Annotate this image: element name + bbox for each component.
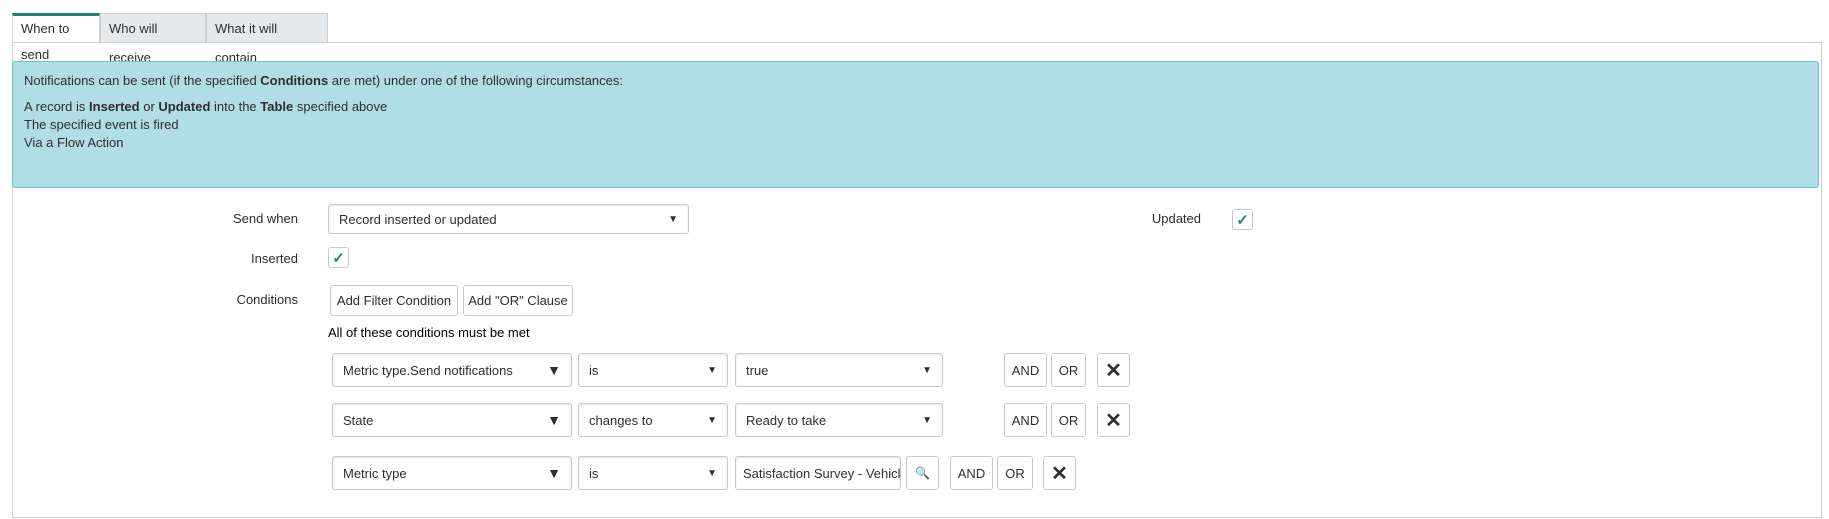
condition-value-input[interactable]: Satisfaction Survey - Vehicl (735, 456, 901, 490)
condition-operator-select[interactable]: changes to ▼ (578, 403, 728, 437)
operator-value: is (589, 465, 599, 481)
info-text: specified above (293, 99, 388, 114)
caret-down-icon: ▼ (707, 414, 717, 426)
info-text: Inserted (89, 99, 140, 114)
value-text: Satisfaction Survey - Vehicl (743, 465, 901, 481)
caret-down-icon: ▼ (922, 364, 932, 376)
info-text: The specified event is fired (24, 117, 179, 132)
conditions-label: Conditions (236, 292, 298, 307)
and-button[interactable]: AND (1004, 353, 1047, 387)
search-icon: 🔍 (915, 466, 930, 480)
operator-value: changes to (589, 412, 653, 428)
caret-down-icon: ▼ (547, 362, 561, 378)
info-text: or (139, 99, 159, 114)
close-icon: ✕ (1051, 462, 1068, 485)
operator-value: is (589, 362, 599, 378)
send-when-select[interactable]: Record inserted or updated ▼ (328, 204, 689, 234)
info-text: A record is (24, 99, 90, 114)
or-button[interactable]: OR (997, 456, 1033, 490)
condition-value-select[interactable]: true ▼ (735, 353, 943, 387)
and-button[interactable]: AND (1004, 403, 1047, 437)
value-text: true (746, 362, 769, 378)
tab-who-will-receive[interactable]: Who will receive (100, 13, 206, 65)
or-button[interactable]: OR (1051, 403, 1086, 437)
lookup-button[interactable]: 🔍 (906, 456, 939, 490)
caret-down-icon: ▼ (547, 465, 561, 481)
caret-down-icon: ▼ (707, 364, 717, 376)
check-icon: ✓ (1236, 211, 1249, 229)
close-icon: ✕ (1105, 409, 1122, 432)
info-box: Notifications can be sent (if the specif… (12, 61, 1819, 188)
info-text: Via a Flow Action (24, 135, 124, 150)
send-when-value: Record inserted or updated (339, 211, 497, 227)
condition-value-select[interactable]: Ready to take ▼ (735, 403, 943, 437)
condition-field-select[interactable]: State ▼ (332, 403, 572, 437)
condition-field-select[interactable]: Metric type ▼ (332, 456, 572, 490)
tab-what-it-will-contain[interactable]: What it will contain (206, 13, 328, 65)
caret-down-icon: ▼ (707, 467, 717, 479)
field-value: State (343, 412, 374, 428)
or-button[interactable]: OR (1051, 353, 1086, 387)
info-text: into the (210, 99, 261, 114)
delete-condition-button[interactable]: ✕ (1043, 456, 1076, 490)
updated-checkbox[interactable]: ✓ (1232, 209, 1253, 230)
close-icon: ✕ (1105, 359, 1122, 382)
condition-operator-select[interactable]: is ▼ (578, 353, 728, 387)
caret-down-icon: ▼ (922, 414, 932, 426)
and-button[interactable]: AND (950, 456, 993, 490)
delete-condition-button[interactable]: ✕ (1097, 353, 1130, 387)
info-text: Table (260, 99, 294, 114)
conditions-summary: All of these conditions must be met (328, 325, 530, 340)
send-when-label: Send when (232, 211, 298, 226)
info-text: Notifications can be sent (if the specif… (24, 73, 261, 88)
delete-condition-button[interactable]: ✕ (1097, 403, 1130, 437)
add-or-clause-button[interactable]: Add "OR" Clause (463, 285, 573, 316)
caret-down-icon: ▼ (668, 213, 678, 225)
field-value: Metric type (343, 465, 407, 481)
check-icon: ✓ (332, 249, 345, 267)
info-text: Conditions (260, 73, 329, 88)
info-text: are met) under one of the following circ… (328, 73, 623, 88)
condition-operator-select[interactable]: is ▼ (578, 456, 728, 490)
inserted-checkbox[interactable]: ✓ (328, 247, 349, 268)
inserted-label: Inserted (251, 251, 298, 266)
updated-label: Updated (1151, 211, 1201, 226)
caret-down-icon: ▼ (547, 412, 561, 428)
value-text: Ready to take (746, 412, 827, 428)
field-value: Metric type.Send notifications (343, 362, 513, 378)
tab-when-to-send[interactable]: When to send (12, 13, 100, 62)
condition-field-select[interactable]: Metric type.Send notifications ▼ (332, 353, 572, 387)
info-text: Updated (158, 99, 211, 114)
add-filter-condition-button[interactable]: Add Filter Condition (330, 285, 458, 316)
